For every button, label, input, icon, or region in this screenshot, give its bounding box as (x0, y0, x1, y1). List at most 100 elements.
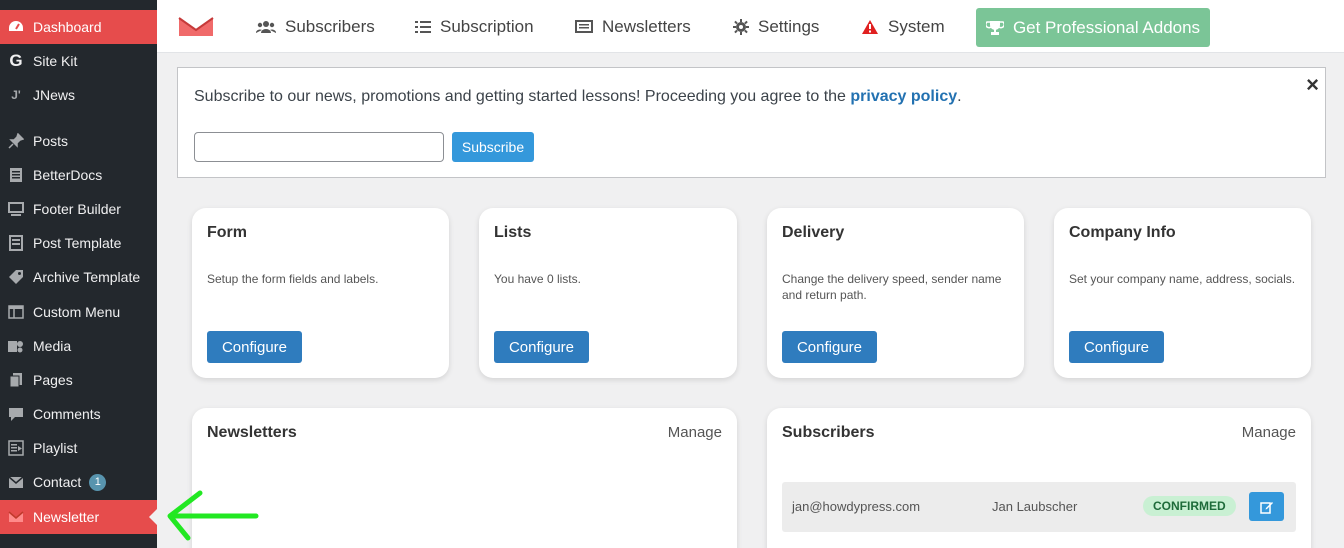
sidebar-item-playlist[interactable]: Playlist (0, 431, 157, 465)
pages-icon (7, 371, 25, 389)
configure-company-button[interactable]: Configure (1069, 331, 1164, 363)
sidebar-item-archive-template[interactable]: Archive Template (0, 260, 157, 294)
sidebar-item-newsletter[interactable]: Newsletter (0, 500, 157, 534)
sidebar-item-label: Contact (33, 474, 82, 490)
configure-delivery-button[interactable]: Configure (782, 331, 877, 363)
menu-icon (7, 303, 25, 321)
nav-settings[interactable]: Settings (733, 0, 819, 53)
notice-text-end: . (957, 88, 962, 105)
nav-system[interactable]: System (861, 0, 945, 53)
notification-badge: 1 (89, 473, 107, 491)
sidebar-item-dashboard[interactable]: Dashboard (0, 10, 157, 44)
nav-label: Subscribers (285, 16, 375, 36)
warning-icon (862, 19, 878, 34)
template-icon (7, 234, 25, 252)
sidebar-item-comments[interactable]: Comments (0, 397, 157, 431)
nav-label: Subscription (440, 16, 534, 36)
annotation-arrow-icon (167, 490, 259, 541)
list-icon (415, 20, 431, 33)
plugin-top-nav: Subscribers Subscription Newsletters Set… (157, 0, 1344, 53)
sidebar-item-pages[interactable]: Pages (0, 363, 157, 397)
lists-card: Lists You have 0 lists. Configure (479, 208, 737, 378)
playlist-icon (7, 439, 25, 457)
sidebar-item-label: Site Kit (33, 53, 78, 69)
sidebar-item-label: BetterDocs (33, 167, 103, 183)
delivery-card: Delivery Change the delivery speed, send… (767, 208, 1024, 378)
sidebar-item-posts[interactable]: Posts (0, 124, 157, 158)
panel-title: Subscribers (782, 424, 875, 441)
nav-subscribers[interactable]: Subscribers (256, 0, 375, 53)
tag-icon (7, 268, 25, 286)
sidebar-item-post-template[interactable]: Post Template (0, 226, 157, 260)
nav-label: Settings (758, 16, 820, 36)
card-description: Setup the form fields and labels. (207, 272, 379, 286)
active-indicator-notch (149, 509, 157, 525)
nav-newsletters[interactable]: Newsletters (575, 0, 691, 53)
nav-label: Newsletters (602, 16, 691, 36)
sidebar-item-label: Archive Template (33, 269, 141, 285)
get-pro-addons-button[interactable]: Get Professional Addons (976, 8, 1210, 47)
status-badge: CONFIRMED (1143, 496, 1236, 516)
configure-form-button[interactable]: Configure (207, 331, 302, 363)
form-card: Form Setup the form fields and labels. C… (192, 208, 449, 378)
sidebar-item-label: Posts (33, 133, 69, 149)
newsletter-logo-icon (178, 16, 214, 36)
sidebar-item-betterdocs[interactable]: BetterDocs (0, 158, 157, 192)
card-title: Delivery (782, 224, 845, 241)
users-icon (256, 20, 276, 33)
panel-title: Newsletters (207, 424, 297, 441)
configure-lists-button[interactable]: Configure (494, 331, 589, 363)
subscribe-button[interactable]: Subscribe (452, 132, 534, 162)
sidebar-item-label: Playlist (33, 440, 78, 456)
newsletter-logo[interactable] (178, 0, 223, 53)
newspaper-icon (575, 20, 593, 33)
newsletters-panel: Newsletters Manage (192, 408, 737, 548)
privacy-policy-link[interactable]: privacy policy (850, 88, 957, 105)
subscriber-name: Jan Laubscher (992, 499, 1078, 514)
sidebar-item-contact[interactable]: Contact 1 (0, 465, 157, 499)
sidebar-item-label: Comments (33, 406, 101, 422)
sidebar-item-label: JNews (33, 87, 76, 103)
notice-text-body: Subscribe to our news, promotions and ge… (194, 88, 851, 105)
sidebar-item-label: Pages (33, 372, 73, 388)
envelope-icon (7, 473, 25, 491)
subscribers-panel: Subscribers Manage jan@howdypress.com Ja… (767, 408, 1311, 548)
sidebar-item-jnews[interactable]: J' JNews (0, 78, 157, 112)
card-description: Change the delivery speed, sender name a… (782, 272, 1002, 302)
sidebar-item-footer-builder[interactable]: Footer Builder (0, 192, 157, 226)
edit-icon (1259, 501, 1273, 514)
close-icon[interactable]: × (1306, 74, 1319, 96)
subscribe-notice: Subscribe to our news, promotions and ge… (177, 67, 1326, 178)
edit-subscriber-button[interactable] (1249, 492, 1284, 521)
nav-subscription[interactable]: Subscription (415, 0, 534, 53)
notice-text: Subscribe to our news, promotions and ge… (194, 88, 962, 106)
pin-icon (7, 132, 25, 150)
sidebar-item-label: Post Template (33, 235, 122, 251)
sidebar-item-label: Media (33, 338, 72, 354)
docs-icon (7, 166, 25, 184)
media-icon (7, 337, 25, 355)
card-description: You have 0 lists. (494, 272, 581, 286)
subscribe-email-input[interactable] (194, 132, 444, 162)
jnews-icon: J' (11, 88, 21, 102)
subscriber-email: jan@howdypress.com (792, 499, 921, 514)
sidebar-item-label: Footer Builder (33, 201, 121, 217)
company-info-card: Company Info Set your company name, addr… (1054, 208, 1311, 378)
subscriber-row: jan@howdypress.com Jan Laubscher CONFIRM… (782, 482, 1296, 532)
sidebar-item-site-kit[interactable]: G Site Kit (0, 44, 157, 78)
sidebar-item-custom-menu[interactable]: Custom Menu (0, 295, 157, 329)
newsletter-logo-icon (7, 508, 25, 526)
manage-newsletters-link[interactable]: Manage (668, 424, 722, 441)
gear-icon (733, 18, 749, 35)
card-title: Company Info (1069, 224, 1176, 241)
google-g-icon: G (9, 51, 23, 70)
admin-sidebar: Dashboard G Site Kit J' JNews Posts Bett… (0, 0, 157, 548)
card-title: Lists (494, 224, 532, 241)
sidebar-item-media[interactable]: Media (0, 329, 157, 363)
nav-label: System (888, 16, 945, 36)
sidebar-item-label: Newsletter (33, 509, 100, 525)
comment-icon (7, 405, 25, 423)
manage-subscribers-link[interactable]: Manage (1242, 424, 1296, 441)
pro-label: Get Professional Addons (1012, 17, 1201, 37)
trophy-icon (985, 20, 1004, 35)
